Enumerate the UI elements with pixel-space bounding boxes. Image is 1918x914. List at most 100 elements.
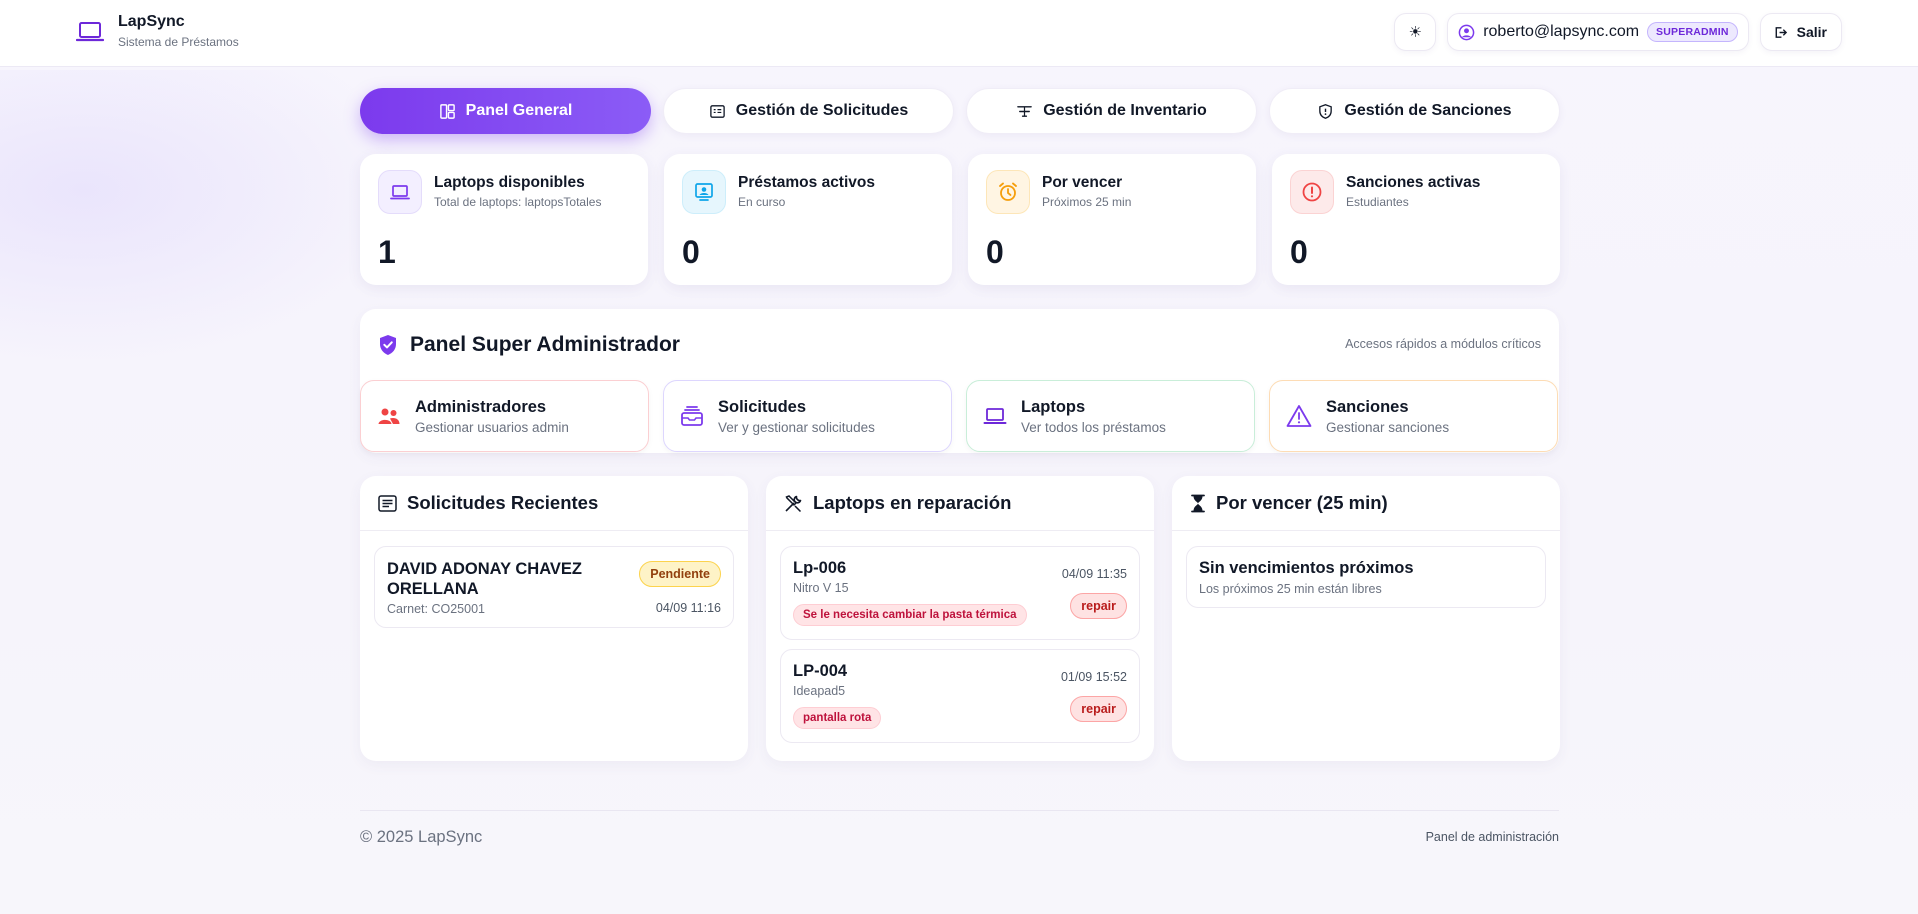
tab-panel-general[interactable]: Panel General [360,88,651,134]
repairs-card: Laptops en reparación Lp-006 Nitro V 15 … [766,476,1154,761]
quick-link-title: Administradores [415,397,547,416]
tab-gestion-sanciones[interactable]: Gestión de Sanciones [1269,88,1560,134]
status-badge: repair [1070,593,1127,619]
laptop-code: Lp-006 [793,559,847,577]
hourglass-icon [1191,494,1205,512]
stat-title: Préstamos activos [738,174,875,191]
brand-subtitle: Sistema de Préstamos [118,35,239,49]
warning-icon [1286,405,1312,427]
stat-title: Laptops disponibles [434,174,585,191]
repairs-title: Laptops en reparación [813,492,1012,513]
tab-label: Gestión de Solicitudes [735,102,909,119]
stat-title: Sanciones activas [1346,174,1481,191]
stat-value: 1 [378,234,396,270]
user-circle-icon [1458,24,1475,40]
request-student-name: DAVID ADONAY CHAVEZ ORELLANA [387,560,582,598]
repair-note-badge: Se le necesita cambiar la pasta térmica [793,604,1027,626]
quick-link-title: Laptops [1021,397,1086,416]
quick-link-administradores[interactable]: Administradores Gestionar usuarios admin [360,380,649,452]
background-glow [0,70,420,370]
alarm-icon [986,170,1030,214]
stat-card-laptops: Laptops disponibles Total de laptops: la… [360,154,648,285]
quick-link-subtitle: Gestionar usuarios admin [415,419,569,435]
laptop-model: Nitro V 15 [793,581,849,595]
footer-right-text: Panel de administración [1425,830,1559,844]
alert-circle-icon [1290,170,1334,214]
status-badge: repair [1070,696,1127,722]
request-time: 04/09 11:16 [655,601,721,615]
sun-icon: ☀ [1408,24,1422,41]
brand[interactable]: LapSync Sistema de Préstamos [76,12,239,49]
tools-icon [785,494,802,512]
brand-title: LapSync [118,13,185,30]
repair-list-item[interactable]: Lp-006 Nitro V 15 Se le necesita cambiar… [780,546,1140,640]
stat-value: 0 [682,234,700,270]
stat-card-sanciones: Sanciones activas Estudiantes 0 [1272,154,1560,285]
quick-link-subtitle: Ver todos los préstamos [1021,419,1166,435]
quick-link-laptops[interactable]: Laptops Ver todos los préstamos [966,380,1255,452]
list-icon [378,494,397,512]
stat-title: Por vencer [1042,174,1123,191]
quick-link-sanciones[interactable]: Sanciones Gestionar sanciones [1269,380,1558,452]
repair-time: 04/09 11:35 [1061,567,1127,581]
stat-value: 0 [986,234,1004,270]
expiring-title: Por vencer (25 min) [1216,492,1388,513]
stat-subtitle: Próximos 25 min [1042,195,1132,209]
super-admin-panel: Panel Super Administrador Accesos rápido… [360,309,1559,453]
bottom-columns: Solicitudes Recientes DAVID ADONAY CHAVE… [360,476,1560,761]
laptop-icon [378,170,422,214]
inventory-icon [1017,105,1033,117]
stat-card-por-vencer: Por vencer Próximos 25 min 0 [968,154,1256,285]
tab-gestion-solicitudes[interactable]: Gestión de Solicitudes [663,88,954,134]
super-admin-hint: Accesos rápidos a módulos críticos [1345,337,1541,351]
user-menu[interactable]: roberto@lapsync.com SUPERADMIN [1447,13,1749,51]
stat-value: 0 [1290,234,1308,270]
quick-link-title: Solicitudes [718,397,807,416]
stat-card-prestamos: Préstamos activos En curso 0 [664,154,952,285]
top-bar: LapSync Sistema de Préstamos ☀ roberto@l… [0,0,1918,67]
expiring-card: Por vencer (25 min) Sin vencimientos pró… [1172,476,1560,761]
laptop-code: LP-004 [793,662,848,680]
quick-link-solicitudes[interactable]: Solicitudes Ver y gestionar solicitudes [663,380,952,452]
tab-label: Gestión de Sanciones [1344,102,1512,119]
tab-label: Gestión de Inventario [1043,102,1207,119]
request-carnet: Carnet: CO25001 [387,602,485,616]
main-tabs: Panel General Gestión de Solicitudes Ges… [360,88,1560,134]
stats-row: Laptops disponibles Total de laptops: la… [360,154,1560,285]
stat-subtitle: En curso [738,195,786,209]
repair-time: 01/09 15:52 [1060,670,1127,684]
quick-link-subtitle: Gestionar sanciones [1326,419,1450,435]
empty-state: Sin vencimientos próximos Los próximos 2… [1186,546,1546,608]
empty-state-subtitle: Los próximos 25 min están libres [1199,582,1382,596]
theme-toggle-button[interactable]: ☀ [1394,13,1437,51]
laptop-logo-icon [76,22,104,42]
shield-check-icon [380,335,396,355]
tab-gestion-inventario[interactable]: Gestión de Inventario [966,88,1257,134]
logout-icon [1775,26,1787,38]
super-admin-title: Panel Super Administrador [410,333,680,356]
quick-link-subtitle: Ver y gestionar solicitudes [718,419,875,435]
laptop-icon [983,408,1007,424]
repair-note-badge: pantalla rota [793,707,882,729]
recent-requests-title: Solicitudes Recientes [407,492,599,513]
status-badge: Pendiente [639,561,721,587]
empty-state-title: Sin vencimientos próximos [1199,559,1414,577]
dashboard-icon [439,103,455,119]
role-badge: SUPERADMIN [1647,22,1738,42]
recent-requests-card: Solicitudes Recientes DAVID ADONAY CHAVE… [360,476,748,761]
logout-label: Salir [1796,24,1827,40]
users-icon [378,408,400,424]
shield-icon [1319,103,1333,119]
repair-list-item[interactable]: LP-004 Ideapad5 pantalla rota 01/09 15:5… [780,649,1140,743]
request-list-item[interactable]: DAVID ADONAY CHAVEZ ORELLANA Carnet: CO2… [374,546,734,628]
stat-subtitle: Estudiantes [1346,195,1409,209]
stat-subtitle: Total de laptops: laptopsTotales [434,195,602,209]
logout-button[interactable]: Salir [1759,13,1842,51]
user-card-icon [682,170,726,214]
quick-link-title: Sanciones [1326,397,1409,416]
footer-divider [360,810,1559,811]
tab-label: Panel General [465,102,573,119]
laptop-model: Ideapad5 [793,684,846,698]
inbox-icon [681,406,703,426]
requests-icon [709,104,725,118]
